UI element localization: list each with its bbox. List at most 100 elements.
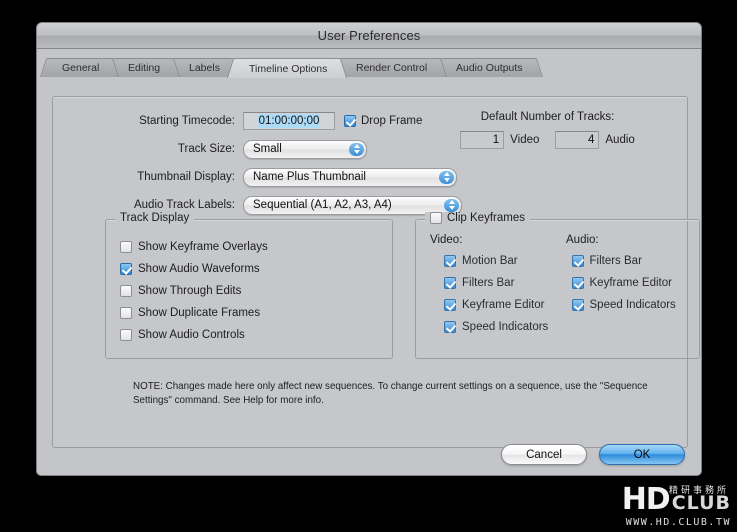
- starting-timecode-input[interactable]: 01:00:00;00: [243, 112, 335, 130]
- track-display-checkbox-list: Show Keyframe Overlays Show Audio Wavefor…: [106, 220, 392, 346]
- tab-label: Render Control: [356, 62, 428, 74]
- watermark-url: WWW.HD.CLUB.TW: [625, 517, 731, 528]
- checkbox-box: [444, 255, 456, 267]
- watermark-logo: 精研事務所 HD CLUB: [555, 485, 731, 515]
- tab-timeline-options[interactable]: Timeline Options: [236, 58, 339, 78]
- track-display-group: Track Display Show Keyframe Overlays Show…: [105, 212, 393, 359]
- note-text: NOTE: Changes made here only affect new …: [133, 381, 648, 407]
- thumbnail-display-select[interactable]: Name Plus Thumbnail: [243, 167, 457, 187]
- clip-keyframes-audio-list: Filters Bar Keyframe Editor Speed Indicato…: [571, 250, 700, 338]
- track-display-item-show-audio-waveforms[interactable]: Show Audio Waveforms: [120, 258, 392, 280]
- audio-tracks-value: 4: [587, 134, 595, 146]
- thumbnail-display-value: Name Plus Thumbnail: [253, 171, 366, 183]
- audio-track-labels-label: Audio Track Labels:: [133, 199, 235, 211]
- track-display-item-show-duplicate-frames[interactable]: Show Duplicate Frames: [120, 302, 392, 324]
- tab-render-control[interactable]: Render Control: [343, 58, 439, 77]
- row-thumbnail-display: Thumbnail Display: Name Plus Thumbnail: [53, 165, 687, 189]
- starting-timecode-value: 01:00:00;00: [257, 114, 321, 128]
- tab-general[interactable]: General: [49, 58, 111, 77]
- cancel-button[interactable]: Cancel: [501, 444, 587, 465]
- window-titlebar: User Preferences: [37, 23, 701, 49]
- starting-timecode-label: Starting Timecode:: [139, 115, 235, 127]
- default-number-of-tracks: Default Number of Tracks: 1 Video 4 Audi…: [440, 111, 655, 149]
- checkbox-box: [120, 307, 132, 319]
- ok-button[interactable]: OK: [599, 444, 685, 465]
- tab-label: Labels: [189, 62, 220, 74]
- checkbox-box: [571, 255, 584, 267]
- checkbox-box: [571, 299, 584, 311]
- default-tracks-title: Default Number of Tracks:: [480, 111, 615, 123]
- checkbox-label: Show Through Edits: [138, 285, 242, 297]
- clip-keyframes-video-item-keyframe-editor[interactable]: Keyframe Editor: [444, 294, 572, 316]
- clip-keyframes-body: Video: Audio: Motion Bar Filters Bar Keyfr…: [416, 220, 699, 338]
- checkbox-box: [444, 277, 456, 289]
- tab-label: Editing: [128, 62, 161, 74]
- tab-label: General: [62, 62, 100, 74]
- clip-keyframes-audio-header: Audio:: [566, 234, 599, 246]
- clip-keyframes-audio-item-speed-indicators[interactable]: Speed Indicators: [571, 294, 700, 316]
- track-display-item-show-keyframe-overlays[interactable]: Show Keyframe Overlays: [120, 236, 392, 258]
- clip-keyframes-columns: Motion Bar Filters Bar Keyframe Editor Spee…: [416, 250, 699, 338]
- checkbox-label: Show Duplicate Frames: [138, 307, 261, 319]
- drop-frame-label: Drop Frame: [361, 115, 423, 127]
- tab-labels[interactable]: Labels: [176, 58, 231, 77]
- video-tracks-group: 1 Video: [460, 131, 539, 149]
- track-size-label: Track Size:: [177, 143, 235, 155]
- tab-audio-outputs[interactable]: Audio Outputs: [443, 58, 534, 77]
- clip-keyframes-group: Clip Keyframes Video: Audio: Motion Bar F…: [415, 212, 700, 359]
- video-tracks-label: Video: [510, 134, 540, 146]
- user-preferences-window: User Preferences General Editing Labels Tim…: [36, 22, 702, 476]
- tab-strip: General Editing Labels Timeline Options Rend…: [49, 58, 701, 80]
- track-display-legend-label: Track Display: [120, 212, 190, 224]
- watermark-club: CLUB: [671, 492, 731, 514]
- clip-keyframes-video-header: Video:: [430, 234, 463, 246]
- audio-tracks-label: Audio: [605, 134, 635, 146]
- checkbox-label: Show Keyframe Overlays: [138, 241, 268, 253]
- checkbox-box: [120, 263, 132, 275]
- track-display-legend: Track Display: [115, 212, 195, 224]
- checkbox-label: Keyframe Editor: [462, 299, 545, 311]
- screen: User Preferences General Editing Labels Tim…: [0, 0, 737, 532]
- checkbox-box: [120, 329, 132, 341]
- clip-keyframes-video-item-filters-bar[interactable]: Filters Bar: [444, 272, 572, 294]
- checkbox-label: Motion Bar: [462, 255, 518, 267]
- checkbox-box: [571, 277, 584, 289]
- track-size-value: Small: [253, 143, 282, 155]
- track-size-select[interactable]: Small: [243, 139, 367, 159]
- checkbox-box: [444, 299, 456, 311]
- checkbox-box: [444, 321, 456, 333]
- checkbox-label: Speed Indicators: [462, 321, 549, 333]
- drop-frame-checkbox-box: [344, 115, 356, 127]
- dialog-buttons: Cancel OK: [501, 444, 685, 465]
- clip-keyframes-video-item-motion-bar[interactable]: Motion Bar: [444, 250, 572, 272]
- checkbox-label: Show Audio Controls: [138, 329, 245, 341]
- watermark-hd: HD: [621, 482, 671, 517]
- window-title: User Preferences: [317, 28, 421, 43]
- checkbox-label: Filters Bar: [462, 277, 515, 289]
- stepper-arrows-icon: [349, 142, 364, 156]
- video-tracks-input[interactable]: 1: [460, 131, 505, 149]
- checkbox-label: Show Audio Waveforms: [138, 263, 260, 275]
- default-tracks-fields: 1 Video 4 Audio: [440, 131, 655, 149]
- track-display-item-show-through-edits[interactable]: Show Through Edits: [120, 280, 392, 302]
- checkbox-label: Keyframe Editor: [589, 277, 672, 289]
- clip-keyframes-video-item-speed-indicators[interactable]: Speed Indicators: [444, 316, 572, 338]
- tab-editing[interactable]: Editing: [115, 58, 172, 77]
- watermark-chinese: 精研事務所: [668, 486, 729, 496]
- timeline-options-panel: Starting Timecode: 01:00:00;00 Drop Fram…: [52, 96, 700, 448]
- clip-keyframes-audio-item-keyframe-editor[interactable]: Keyframe Editor: [571, 272, 700, 294]
- drop-frame-checkbox[interactable]: Drop Frame: [344, 115, 422, 127]
- audio-track-labels-value: Sequential (A1, A2, A3, A4): [253, 199, 392, 211]
- clip-keyframes-audio-item-filters-bar[interactable]: Filters Bar: [571, 250, 700, 272]
- tab-label: Timeline Options: [249, 62, 328, 75]
- clip-keyframes-column-headers: Video: Audio:: [416, 234, 699, 246]
- clip-keyframes-video-list: Motion Bar Filters Bar Keyframe Editor Spee…: [444, 250, 572, 338]
- track-display-item-show-audio-controls[interactable]: Show Audio Controls: [120, 324, 392, 346]
- audio-tracks-input[interactable]: 4: [555, 131, 600, 149]
- audio-tracks-group: 4 Audio: [555, 131, 635, 149]
- thumbnail-display-label: Thumbnail Display:: [137, 171, 235, 183]
- stepper-arrows-icon: [444, 198, 459, 212]
- checkbox-box: [120, 241, 132, 253]
- watermark: 精研事務所 HD CLUB WWW.HD.CLUB.TW: [555, 485, 731, 529]
- tab-label: Audio Outputs: [456, 62, 523, 74]
